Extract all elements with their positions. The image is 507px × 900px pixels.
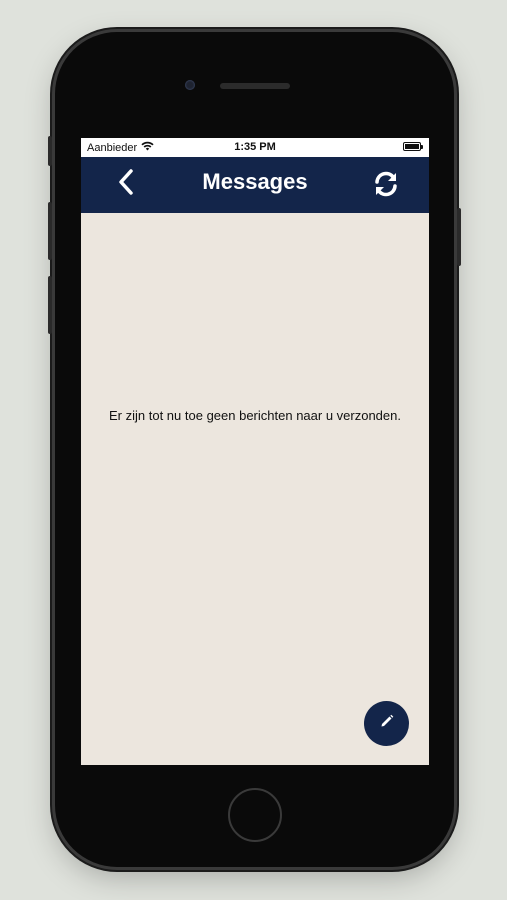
home-button[interactable] xyxy=(228,788,282,842)
compose-button[interactable] xyxy=(364,701,409,746)
pencil-icon xyxy=(380,714,394,733)
refresh-button[interactable] xyxy=(369,169,403,203)
volume-up-button xyxy=(48,202,52,260)
navigation-bar: Messages xyxy=(81,157,429,213)
status-bar: Aanbieder 1:35 PM xyxy=(81,138,429,157)
power-button xyxy=(457,208,461,266)
status-time: 1:35 PM xyxy=(234,141,276,153)
mute-switch xyxy=(48,136,52,166)
volume-down-button xyxy=(48,276,52,334)
empty-state-message: Er zijn tot nu toe geen berichten naar u… xyxy=(109,408,401,423)
app-screen: Aanbieder 1:35 PM Messages Er zijn tot n… xyxy=(81,138,429,765)
earpiece-speaker xyxy=(220,83,290,89)
battery-icon xyxy=(403,142,423,151)
front-camera xyxy=(185,80,195,90)
refresh-icon xyxy=(371,169,401,204)
